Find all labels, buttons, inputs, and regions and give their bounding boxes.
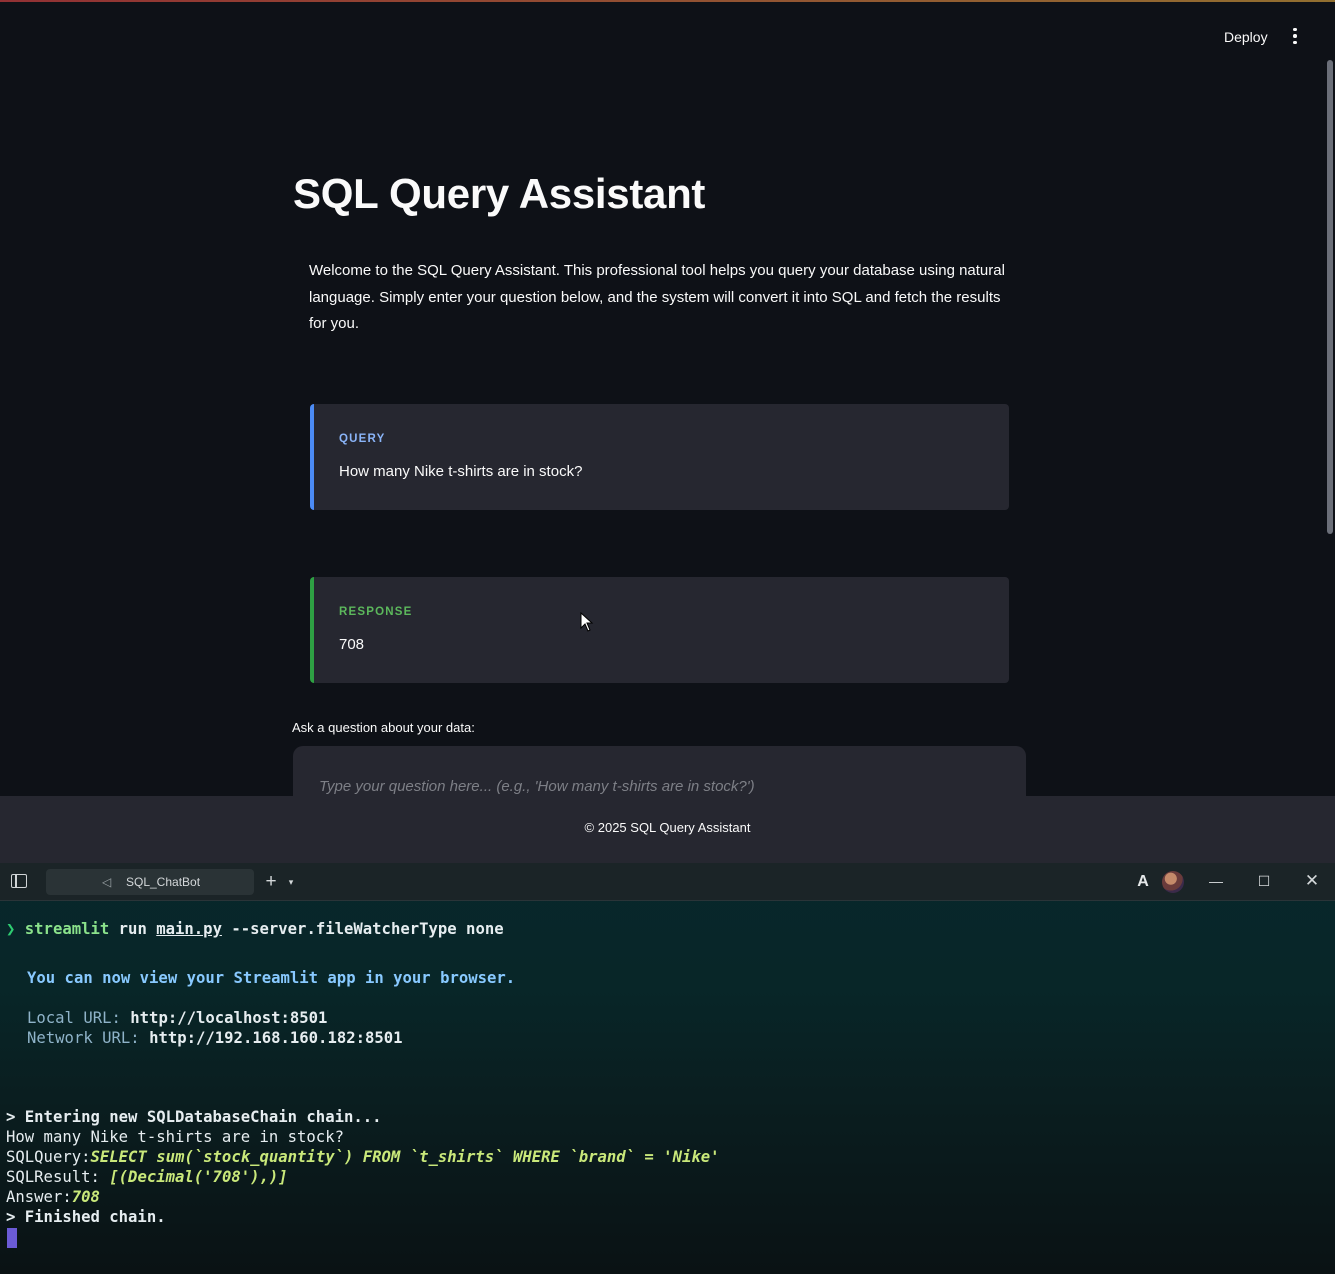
- terminal-window: ◁ SQL_ChatBot + ▾ A — ☐ ✕ ❯ streamlit ru…: [0, 863, 1335, 1274]
- sidebar-toggle-icon[interactable]: [11, 874, 27, 888]
- local-url-label: Local URL:: [27, 1009, 121, 1027]
- maximize-icon[interactable]: ☐: [1249, 868, 1279, 894]
- terminal-tab[interactable]: ◁ SQL_ChatBot: [46, 869, 254, 895]
- page-title: SQL Query Assistant: [293, 170, 706, 217]
- menu-icon[interactable]: [1284, 25, 1306, 47]
- sqlresult-label: SQLResult:: [6, 1168, 100, 1186]
- terminal-line-view: You can now view your Streamlit app in y…: [27, 968, 515, 988]
- answer-label: Answer:: [6, 1188, 72, 1206]
- query-card-text: How many Nike t-shirts are in stock?: [339, 463, 583, 480]
- terminal-line-command: ❯ streamlit run main.py --server.fileWat…: [6, 919, 504, 939]
- sqlquery-label: SQLQuery:: [6, 1148, 91, 1166]
- network-url-label: Network URL:: [27, 1029, 140, 1047]
- terminal-line-sqlquery: SQLQuery:SELECT sum(`stock_quantity`) FR…: [6, 1147, 720, 1167]
- avatar[interactable]: [1162, 871, 1184, 893]
- network-url: http://192.168.160.182:8501: [149, 1029, 403, 1047]
- terminal-line-question: How many Nike t-shirts are in stock?: [6, 1128, 344, 1146]
- terminal-tab-bar: ◁ SQL_ChatBot + ▾ A — ☐ ✕: [0, 863, 1335, 901]
- response-card-label: RESPONSE: [339, 606, 413, 618]
- terminal-line-network: Network URL: http://192.168.160.182:8501: [27, 1028, 403, 1048]
- close-icon[interactable]: ✕: [1297, 868, 1327, 894]
- question-input-label: Ask a question about your data:: [292, 720, 475, 735]
- answer-value: 708: [71, 1188, 100, 1206]
- font-icon[interactable]: A: [1135, 872, 1151, 892]
- top-decoration-bar: [0, 0, 1335, 2]
- terminal-tab-label: SQL_ChatBot: [126, 875, 201, 889]
- streamlit-app: Deploy SQL Query Assistant Welcome to th…: [0, 0, 1335, 863]
- intro-text: Welcome to the SQL Query Assistant. This…: [309, 262, 1005, 332]
- question-input[interactable]: [319, 774, 999, 798]
- chevron-down-icon[interactable]: ▾: [284, 869, 298, 895]
- view-message: You can now view your Streamlit app in y…: [27, 969, 516, 987]
- cmd-streamlit: streamlit: [24, 920, 110, 938]
- query-card: QUERY How many Nike t-shirts are in stoc…: [310, 404, 1009, 510]
- deploy-button[interactable]: Deploy: [1212, 24, 1280, 50]
- cmd-file: main.py: [156, 920, 222, 938]
- footer: © 2025 SQL Query Assistant: [0, 796, 1335, 863]
- terminal-line-sqlresult: SQLResult: [(Decimal('708'),)]: [6, 1167, 288, 1187]
- minimize-icon[interactable]: —: [1201, 868, 1231, 894]
- query-card-label: QUERY: [339, 433, 386, 445]
- response-card-text: 708: [339, 636, 365, 653]
- sqlresult-value: [(Decimal('708'),)]: [109, 1168, 288, 1186]
- terminal-line-finished: > Finished chain.: [6, 1208, 166, 1226]
- app-scrollbar[interactable]: [1327, 60, 1333, 534]
- cmd-args: --server.fileWatcherType none: [231, 920, 504, 938]
- sqlquery-value: SELECT sum(`stock_quantity`) FROM `t_shi…: [90, 1148, 720, 1166]
- cmd-run: run: [118, 920, 147, 938]
- terminal-line-entering: > Entering new SQLDatabaseChain chain...: [6, 1108, 382, 1126]
- terminal-line-answer: Answer:708: [6, 1187, 100, 1207]
- plus-icon[interactable]: +: [262, 869, 280, 895]
- footer-text: © 2025 SQL Query Assistant: [584, 820, 751, 835]
- local-url: http://localhost:8501: [130, 1009, 328, 1027]
- prompt-symbol: ❯: [6, 920, 16, 938]
- terminal-tab-icon: ◁: [102, 875, 112, 889]
- terminal-caret: [7, 1228, 17, 1248]
- response-card: RESPONSE 708: [310, 577, 1009, 683]
- mouse-cursor-icon: [580, 612, 594, 632]
- terminal-line-local: Local URL: http://localhost:8501: [27, 1008, 327, 1028]
- terminal-output[interactable]: ❯ streamlit run main.py --server.fileWat…: [6, 919, 720, 1248]
